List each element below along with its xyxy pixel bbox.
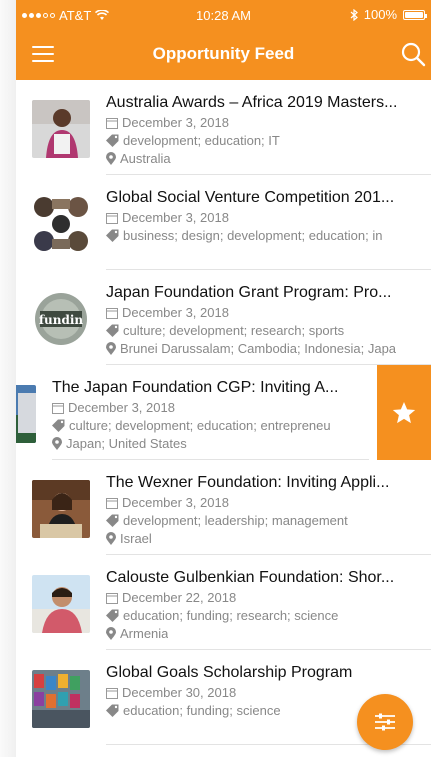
opportunity-thumbnail bbox=[16, 385, 36, 443]
opportunity-thumbnail bbox=[32, 480, 90, 538]
list-item[interactable]: Global Social Venture Competition 201...… bbox=[16, 175, 431, 270]
item-location-row: Australia bbox=[106, 151, 423, 166]
item-tags-row: development; education; IT bbox=[106, 133, 423, 148]
item-location-row: Brunei Darussalam; Cambodia; Indonesia; … bbox=[106, 341, 423, 356]
item-tags: education; funding; research; science bbox=[123, 608, 339, 623]
battery-label: 100% bbox=[363, 7, 397, 22]
item-text: Australia Awards – Africa 2019 Masters..… bbox=[106, 94, 423, 166]
tag-icon bbox=[106, 609, 119, 622]
item-tags-row: business; design; development; education… bbox=[106, 228, 423, 243]
opportunity-thumbnail bbox=[32, 670, 90, 728]
item-tags: development; education; IT bbox=[123, 133, 280, 148]
location-pin-icon bbox=[106, 342, 116, 355]
item-location: Australia bbox=[120, 151, 171, 166]
item-tags-row: culture; development; education; entrepr… bbox=[52, 418, 369, 433]
star-icon bbox=[392, 401, 416, 423]
list-item[interactable]: The Wexner Foundation: Inviting Appli...… bbox=[16, 460, 431, 555]
tag-icon bbox=[106, 134, 119, 147]
tag-icon bbox=[106, 229, 119, 242]
calendar-icon bbox=[106, 212, 118, 224]
item-text: Japan Foundation Grant Program: Pro... D… bbox=[106, 284, 423, 356]
item-title: Global Social Venture Competition 201... bbox=[106, 189, 395, 206]
tag-icon bbox=[106, 514, 119, 527]
filter-icon bbox=[375, 713, 395, 731]
item-tags: education; funding; science bbox=[123, 703, 281, 718]
item-date: December 30, 2018 bbox=[122, 685, 237, 700]
tag-icon bbox=[106, 704, 119, 717]
item-date-row: December 3, 2018 bbox=[52, 400, 369, 415]
item-location-row: Israel bbox=[106, 531, 423, 546]
item-text: The Japan Foundation CGP: Inviting A... … bbox=[52, 379, 369, 451]
opportunity-list: Australia Awards – Africa 2019 Masters..… bbox=[16, 80, 431, 745]
item-location: Japan; United States bbox=[66, 436, 187, 451]
calendar-icon bbox=[106, 592, 118, 604]
thumbnail-lettering: fundin bbox=[39, 313, 84, 327]
item-date: December 3, 2018 bbox=[122, 115, 229, 130]
opportunity-thumbnail bbox=[32, 100, 90, 158]
opportunity-thumbnail: fundin bbox=[32, 290, 90, 348]
item-title: Global Goals Scholarship Program bbox=[106, 664, 353, 681]
list-item[interactable]: Australia Awards – Africa 2019 Masters..… bbox=[16, 80, 431, 175]
item-date: December 3, 2018 bbox=[122, 495, 229, 510]
list-item[interactable]: The Japan Foundation CGP: Inviting A... … bbox=[16, 365, 431, 460]
item-tags: development; leadership; management bbox=[123, 513, 348, 528]
location-pin-icon bbox=[106, 532, 116, 545]
location-pin-icon bbox=[106, 152, 116, 165]
item-date-row: December 3, 2018 bbox=[106, 495, 423, 510]
item-title: Japan Foundation Grant Program: Pro... bbox=[106, 284, 392, 301]
bluetooth-icon bbox=[350, 8, 358, 21]
tag-icon bbox=[106, 324, 119, 337]
item-date: December 22, 2018 bbox=[122, 590, 237, 605]
item-title: Australia Awards – Africa 2019 Masters..… bbox=[106, 94, 398, 111]
app-screen: AT&T 10:28 AM 100% Opportunity Feed Aust… bbox=[16, 0, 431, 757]
item-text: Calouste Gulbenkian Foundation: Shor... … bbox=[106, 569, 423, 641]
item-tags-row: culture; development; research; sports bbox=[106, 323, 423, 338]
search-icon[interactable] bbox=[399, 40, 427, 68]
location-pin-icon bbox=[106, 627, 116, 640]
status-right: 100% bbox=[350, 7, 427, 22]
item-title: The Wexner Foundation: Inviting Appli... bbox=[106, 474, 390, 491]
item-date-row: December 3, 2018 bbox=[106, 305, 423, 320]
item-date-row: December 3, 2018 bbox=[106, 115, 423, 130]
filter-button[interactable] bbox=[357, 694, 413, 750]
favorite-button[interactable] bbox=[377, 365, 431, 460]
item-location-row: Japan; United States bbox=[52, 436, 369, 451]
location-pin-icon bbox=[52, 437, 62, 450]
item-date: December 3, 2018 bbox=[122, 305, 229, 320]
page-title: Opportunity Feed bbox=[152, 44, 295, 63]
item-date: December 3, 2018 bbox=[68, 400, 175, 415]
status-bar: AT&T 10:28 AM 100% bbox=[16, 0, 431, 30]
item-text: The Wexner Foundation: Inviting Appli...… bbox=[106, 474, 423, 546]
list-item[interactable]: fundin Japan Foundation Grant Program: P… bbox=[16, 270, 431, 365]
tag-icon bbox=[52, 419, 65, 432]
item-date-row: December 3, 2018 bbox=[106, 210, 423, 225]
item-date: December 3, 2018 bbox=[122, 210, 229, 225]
calendar-icon bbox=[52, 402, 64, 414]
item-date-row: December 22, 2018 bbox=[106, 590, 423, 605]
item-title: Calouste Gulbenkian Foundation: Shor... bbox=[106, 569, 395, 586]
left-edge bbox=[0, 0, 16, 757]
item-tags: culture; development; research; sports bbox=[123, 323, 345, 338]
item-location: Armenia bbox=[120, 626, 169, 641]
opportunity-thumbnail bbox=[32, 195, 90, 253]
item-tags: culture; development; education; entrepr… bbox=[69, 418, 331, 433]
calendar-icon bbox=[106, 307, 118, 319]
list-item[interactable]: Calouste Gulbenkian Foundation: Shor... … bbox=[16, 555, 431, 650]
item-title: The Japan Foundation CGP: Inviting A... bbox=[52, 379, 339, 396]
item-tags-row: development; leadership; management bbox=[106, 513, 423, 528]
battery-icon bbox=[403, 9, 427, 20]
nav-bar: Opportunity Feed bbox=[16, 30, 431, 80]
opportunity-thumbnail bbox=[32, 575, 90, 633]
calendar-icon bbox=[106, 687, 118, 699]
item-tags: business; design; development; education… bbox=[123, 228, 383, 243]
item-location-row: Armenia bbox=[106, 626, 423, 641]
calendar-icon bbox=[106, 497, 118, 509]
item-tags-row: education; funding; research; science bbox=[106, 608, 423, 623]
calendar-icon bbox=[106, 117, 118, 129]
item-location: Brunei Darussalam; Cambodia; Indonesia; … bbox=[120, 341, 397, 356]
item-location: Israel bbox=[120, 531, 152, 546]
item-text: Global Social Venture Competition 201...… bbox=[106, 189, 423, 243]
